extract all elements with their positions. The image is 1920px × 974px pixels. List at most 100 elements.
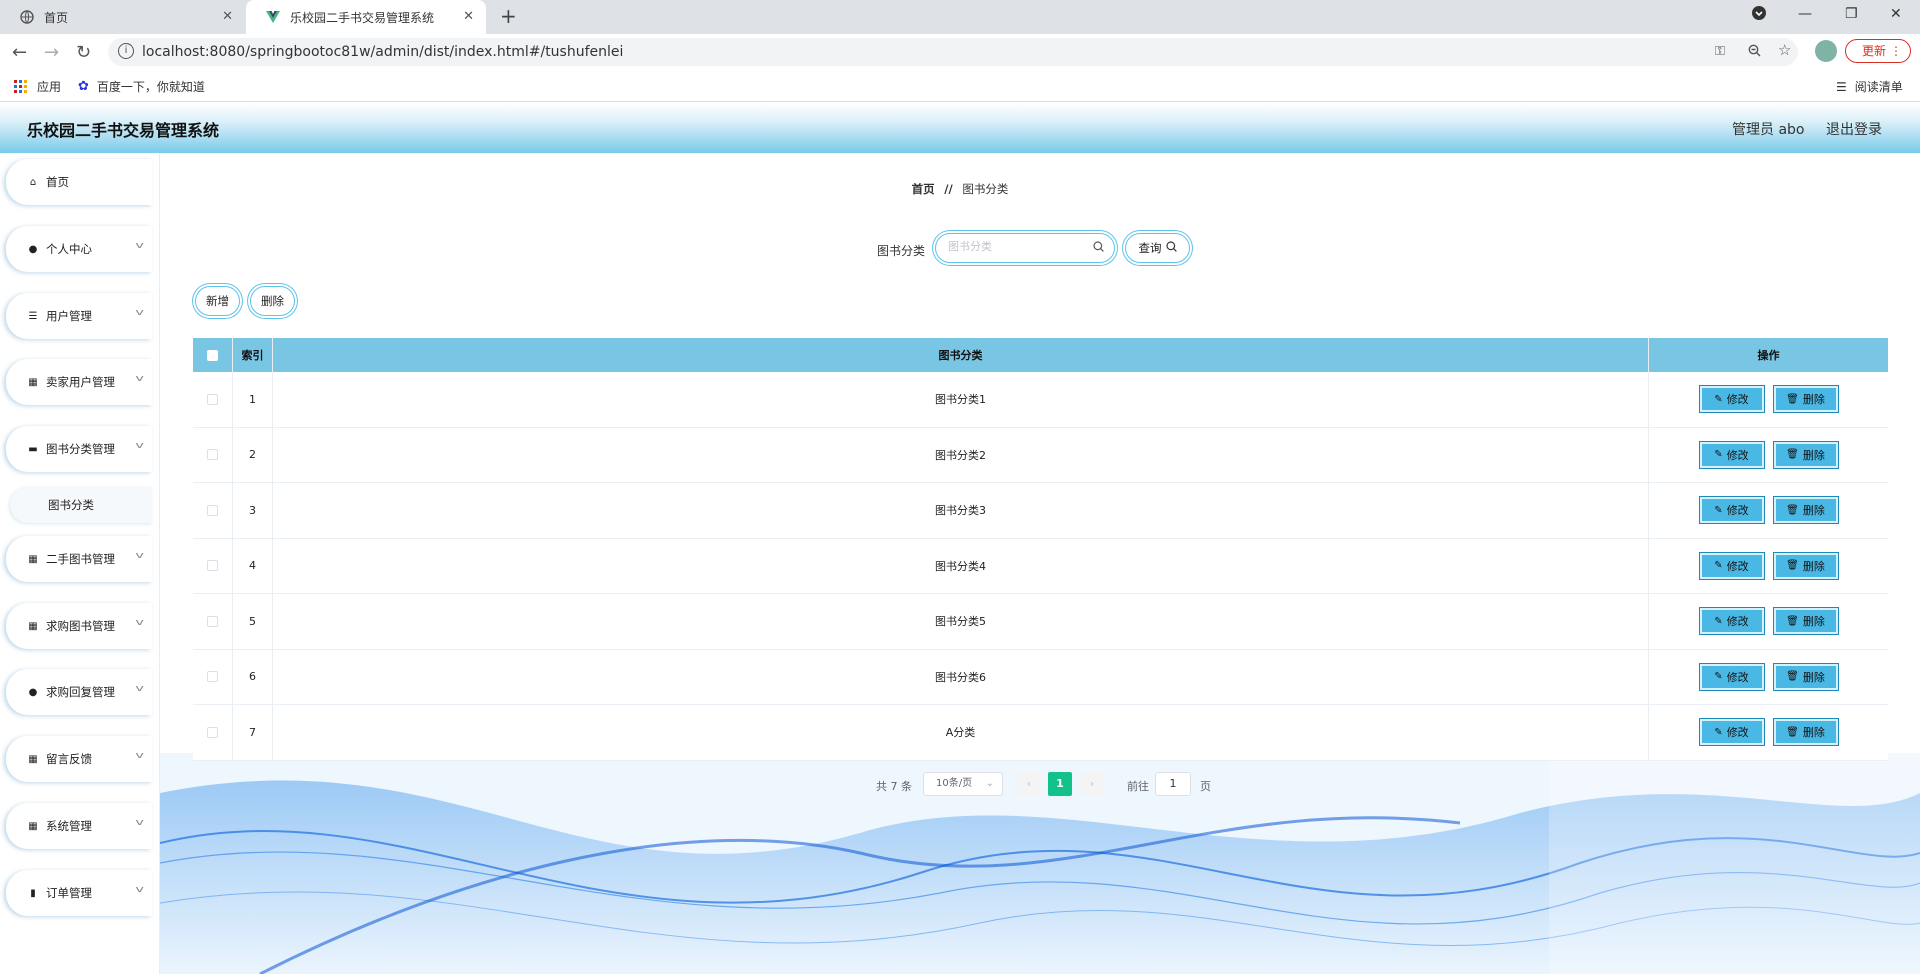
forward-icon[interactable]: →: [44, 42, 59, 63]
tab-search-icon[interactable]: [1752, 6, 1766, 24]
edit-label: 修改: [1726, 559, 1749, 573]
sidebar-item-order-management[interactable]: ▮ 订单管理 v: [6, 870, 152, 916]
row-index: 1: [233, 372, 273, 427]
sidebar-item-wanted-book-management[interactable]: ▦ 求购图书管理 v: [6, 603, 152, 649]
sidebar-item-book-category-management[interactable]: ▬ 图书分类管理 v: [6, 426, 152, 472]
table-header: 索引 图书分类 操作: [193, 338, 1888, 372]
row-checkbox[interactable]: [207, 671, 218, 683]
next-page-button[interactable]: ›: [1080, 772, 1104, 796]
delete-button[interactable]: 🗑 删除: [1772, 607, 1839, 636]
zoom-icon[interactable]: [1748, 44, 1761, 61]
close-tab-icon[interactable]: ✕: [463, 9, 474, 24]
star-icon[interactable]: ☆: [1778, 41, 1791, 59]
reload-icon[interactable]: ↻: [76, 42, 91, 63]
row-checkbox[interactable]: [207, 449, 218, 461]
edit-button[interactable]: ✎ 修改: [1698, 385, 1765, 414]
bookmark-label: 百度一下，你就知道: [96, 80, 205, 94]
edit-label: 修改: [1726, 670, 1749, 684]
minimize-icon[interactable]: —: [1798, 6, 1812, 22]
page-number-active[interactable]: 1: [1048, 772, 1072, 796]
trash-icon: 🗑: [1786, 393, 1799, 405]
reading-list[interactable]: ☰ 阅读清单: [1836, 78, 1903, 95]
profile-avatar[interactable]: [1815, 40, 1837, 62]
sidebar-item-label: 系统管理: [46, 819, 92, 833]
sidebar-item-label: 卖家用户管理: [46, 375, 115, 389]
window-close-icon[interactable]: ✕: [1890, 6, 1902, 22]
omnibox[interactable]: i localhost:8080/springbootoc81w/admin/d…: [108, 38, 1798, 66]
chevron-down-icon: v: [135, 551, 144, 561]
bookmark-apps[interactable]: 应用: [14, 78, 61, 95]
main-content: 首页 // 图书分类 图书分类 查询 新增 删除 索引 图书分类 操作 1 图书…: [160, 153, 1920, 974]
sidebar-item-home[interactable]: ⌂ 首页: [6, 159, 152, 205]
sidebar-item-used-book-management[interactable]: ▦ 二手图书管理 v: [6, 536, 152, 582]
sliders-icon: ☰: [28, 310, 38, 322]
row-checkbox[interactable]: [207, 393, 218, 405]
batch-delete-button[interactable]: 删除: [250, 286, 295, 316]
edit-button[interactable]: ✎ 修改: [1698, 718, 1765, 747]
chevron-down-icon: ⌄: [985, 778, 994, 789]
update-button[interactable]: 更新 ⋮: [1845, 39, 1911, 63]
delete-button[interactable]: 🗑 删除: [1772, 551, 1839, 580]
sidebar-item-feedback[interactable]: ▦ 留言反馈 v: [6, 736, 152, 782]
delete-button[interactable]: 🗑 删除: [1772, 385, 1839, 414]
logout-link[interactable]: 退出登录: [1826, 119, 1882, 139]
row-checkbox[interactable]: [207, 726, 218, 738]
sidebar-item-personal-center[interactable]: ● 个人中心 v: [6, 226, 152, 272]
sidebar-item-seller-management[interactable]: ▦ 卖家用户管理 v: [6, 359, 152, 405]
query-button-label: 查询: [1138, 241, 1162, 255]
delete-button[interactable]: 🗑 删除: [1772, 440, 1839, 469]
browser-tab-home[interactable]: 首页 ✕: [0, 0, 245, 34]
chevron-down-icon: v: [135, 684, 144, 694]
table-row: 3 图书分类3 ✎ 修改 🗑 删除: [193, 483, 1888, 539]
edit-label: 修改: [1726, 726, 1749, 740]
edit-button[interactable]: ✎ 修改: [1698, 662, 1765, 691]
close-tab-icon[interactable]: ✕: [222, 9, 233, 24]
bookmark-baidu[interactable]: ✿ 百度一下，你就知道: [78, 78, 205, 95]
search-input[interactable]: [948, 240, 1088, 253]
page-size-value: 10条/页: [936, 778, 973, 789]
breadcrumb-home[interactable]: 首页: [912, 182, 935, 196]
row-category: A分类: [273, 705, 1649, 760]
sidebar-item-wanted-reply-management[interactable]: ● 求购回复管理 v: [6, 669, 152, 715]
prev-page-button[interactable]: ‹: [1017, 772, 1041, 796]
delete-button[interactable]: 🗑 删除: [1772, 662, 1839, 691]
browser-tab-active[interactable]: 乐校园二手书交易管理系统 ✕: [246, 0, 486, 34]
row-category: 图书分类2: [273, 427, 1649, 482]
delete-button[interactable]: 🗑 删除: [1772, 496, 1839, 525]
row-checkbox[interactable]: [207, 560, 218, 572]
admin-username: 管理员 abo: [1732, 122, 1805, 138]
grid-icon: ▦: [28, 376, 38, 388]
edit-button[interactable]: ✎ 修改: [1698, 607, 1765, 636]
select-all-checkbox[interactable]: [207, 349, 218, 361]
row-checkbox[interactable]: [207, 504, 218, 516]
restore-icon[interactable]: ❐: [1845, 6, 1858, 22]
page-size-select[interactable]: 10条/页 ⌄: [923, 772, 1003, 796]
edit-button[interactable]: ✎ 修改: [1698, 440, 1765, 469]
more-icon: ⋮: [1890, 44, 1902, 58]
sidebar-item-system-management[interactable]: ▦ 系统管理 v: [6, 803, 152, 849]
chevron-down-icon: v: [135, 751, 144, 761]
row-checkbox[interactable]: [207, 615, 218, 627]
site-info-icon[interactable]: i: [118, 43, 134, 59]
sidebar-item-label: 求购图书管理: [46, 619, 115, 633]
goto-page-input[interactable]: 1: [1155, 772, 1191, 796]
key-icon[interactable]: ⚿: [1715, 44, 1725, 59]
new-tab-icon[interactable]: +: [500, 4, 517, 28]
edit-button[interactable]: ✎ 修改: [1698, 551, 1765, 580]
user-icon: ●: [28, 243, 38, 255]
add-button[interactable]: 新增: [195, 286, 240, 316]
edit-icon: ✎: [1714, 393, 1723, 405]
bookmarks-bar: 应用 ✿ 百度一下，你就知道 ☰ 阅读清单: [0, 70, 1920, 102]
sidebar-item-user-management[interactable]: ☰ 用户管理 v: [6, 293, 152, 339]
edit-label: 修改: [1726, 393, 1749, 407]
delete-label: 删除: [1802, 393, 1825, 407]
edit-button[interactable]: ✎ 修改: [1698, 496, 1765, 525]
query-button[interactable]: 查询: [1125, 233, 1190, 263]
url-text[interactable]: localhost:8080/springbootoc81w/admin/dis…: [142, 44, 623, 60]
delete-button[interactable]: 🗑 删除: [1772, 718, 1839, 747]
search-field[interactable]: [935, 233, 1115, 263]
back-icon[interactable]: ←: [12, 42, 27, 63]
edit-icon: ✎: [1714, 560, 1723, 572]
chevron-down-icon: v: [135, 241, 144, 251]
sidebar-subitem-book-category[interactable]: 图书分类: [10, 487, 152, 523]
